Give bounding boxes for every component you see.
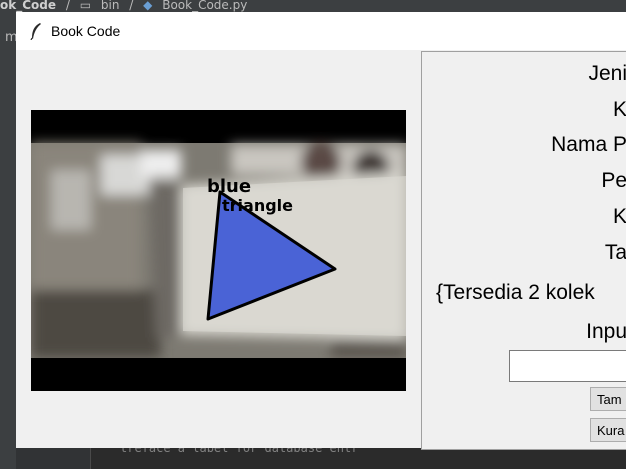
breadcrumb-file[interactable]: Book_Code.py (162, 0, 247, 12)
feather-icon (30, 23, 41, 40)
ide-breadcrumb: ok_Code / ▭ bin / ◆ Book_Code.py (0, 0, 626, 12)
breadcrumb-folder[interactable]: bin (101, 0, 120, 12)
shape-color-label: blue (207, 176, 251, 197)
shape-type-label: triangle (222, 196, 293, 215)
breadcrumb-project[interactable]: ok_Code (0, 0, 56, 12)
book-form-panel: Jeni K Nama P Pe K Ta {Tersedia 2 kolek … (421, 51, 626, 450)
ide-sidebar: m (0, 12, 18, 469)
window-titlebar[interactable]: Book Code (16, 12, 626, 50)
quantity-input[interactable] (509, 350, 626, 382)
window-title: Book Code (51, 23, 121, 39)
label-k-1: K (612, 98, 626, 121)
folder-icon: ▭ (79, 0, 92, 12)
label-ta: Ta (604, 241, 626, 264)
subtract-button[interactable]: Kura (590, 418, 626, 442)
label-jenis: Jeni (588, 62, 626, 85)
camera-frame: blue triangle (31, 110, 406, 391)
breadcrumb-sep: / (65, 0, 70, 12)
camera-feed: blue triangle (31, 110, 406, 391)
label-k-2: K (612, 205, 626, 228)
label-nama: Nama P (551, 133, 626, 156)
python-file-icon: ◆ (143, 0, 153, 12)
label-tersedia: {Tersedia 2 kolek (436, 281, 595, 304)
add-button[interactable]: Tam (590, 387, 626, 411)
breadcrumb-sep: / (129, 0, 134, 12)
label-input: Inpu (586, 320, 626, 343)
ide-gutter (16, 448, 91, 469)
label-pe: Pe (601, 169, 626, 192)
app-window: Book Code blue triangle Jeni K Nama P Pe… (16, 12, 626, 450)
